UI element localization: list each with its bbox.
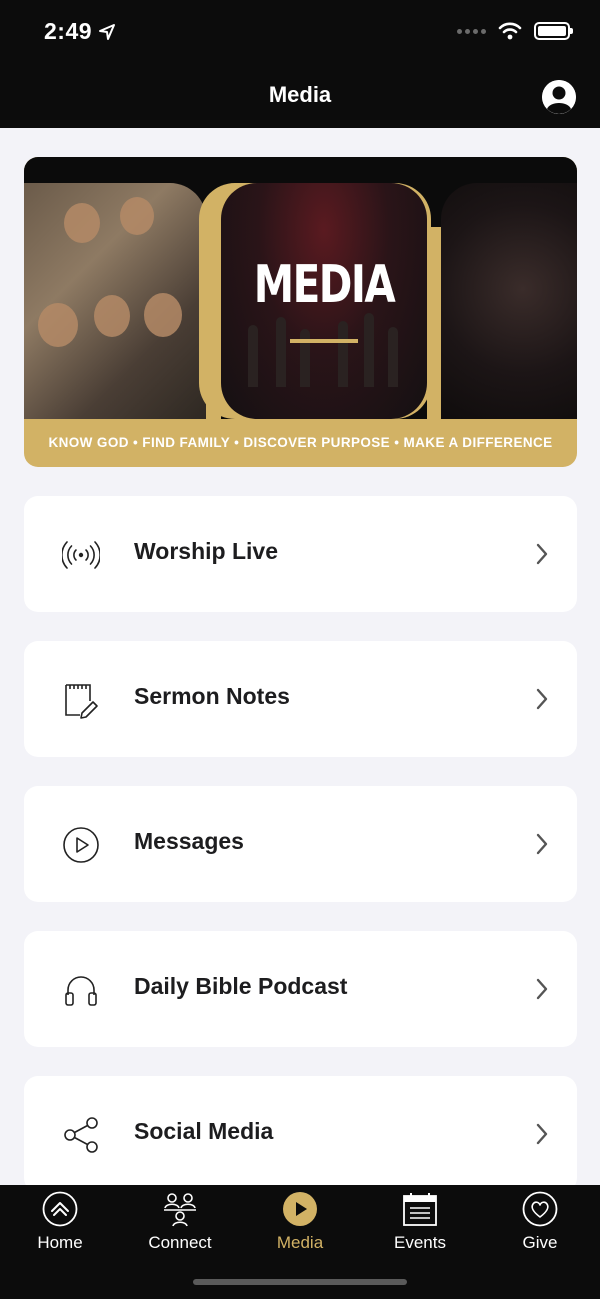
group-icon [164,1193,196,1227]
broadcast-icon [62,541,100,569]
signal-dots-icon [457,28,486,34]
menu-item-messages[interactable]: Messages [24,786,577,902]
location-arrow-icon [99,23,116,40]
chevron-right-icon [536,833,548,855]
chevron-right-icon [536,978,548,1000]
notes-icon [65,684,98,719]
menu-item-label: Sermon Notes [134,683,290,709]
tab-label: Media [276,1233,324,1252]
wifi-icon [498,22,522,40]
menu-item-label: Messages [134,828,244,854]
tab-events[interactable]: Events [360,1185,480,1265]
calendar-icon [403,1193,437,1226]
user-avatar-icon [542,80,576,114]
menu-item-social-media[interactable]: Social Media [24,1076,577,1192]
banner-photo-group [24,183,206,419]
tab-label: Events [394,1233,446,1252]
banner-divider-right [427,227,441,419]
tab-give[interactable]: Give [480,1185,600,1265]
tab-connect[interactable]: Connect [120,1185,240,1265]
page-title: Media [268,82,332,107]
play-icon [283,1192,317,1226]
chevron-right-icon [536,1123,548,1145]
banner-divider-left [206,227,221,419]
headphones-icon [65,976,97,1006]
status-time: 2:49 [44,18,116,45]
tab-media[interactable]: Media [240,1185,360,1265]
share-icon [64,1117,98,1153]
media-banner[interactable]: MEDIA KNOW GOD • FIND FAMILY • DISCOVER … [24,157,577,467]
profile-button[interactable] [542,80,576,114]
banner-photo-worship [441,183,577,419]
menu-item-sermon-notes[interactable]: Sermon Notes [24,641,577,757]
tab-label: Give [522,1233,558,1252]
home-indicator[interactable] [193,1279,407,1285]
menu-item-daily-bible-podcast[interactable]: Daily Bible Podcast [24,931,577,1047]
tab-label: Connect [148,1233,212,1252]
top-bar: 2:49 Media [0,0,600,128]
chevron-right-icon [536,543,548,565]
banner-title-underline [290,339,358,343]
menu-item-worship-live[interactable]: Worship Live [24,496,577,612]
play-circle-icon [63,827,99,863]
status-indicators [457,22,573,40]
home-chevron-icon [42,1191,78,1227]
menu-item-label: Worship Live [134,538,278,564]
heart-icon [522,1191,558,1227]
tab-home[interactable]: Home [0,1185,120,1265]
menu-item-label: Daily Bible Podcast [134,973,348,999]
status-time-text: 2:49 [44,18,93,44]
banner-title: MEDIA [253,255,396,315]
chevron-right-icon [536,688,548,710]
battery-icon [534,22,573,40]
banner-tagline: KNOW GOD • FIND FAMILY • DISCOVER PURPOS… [48,435,553,450]
tab-label: Home [37,1233,83,1252]
menu-item-label: Social Media [134,1118,274,1144]
